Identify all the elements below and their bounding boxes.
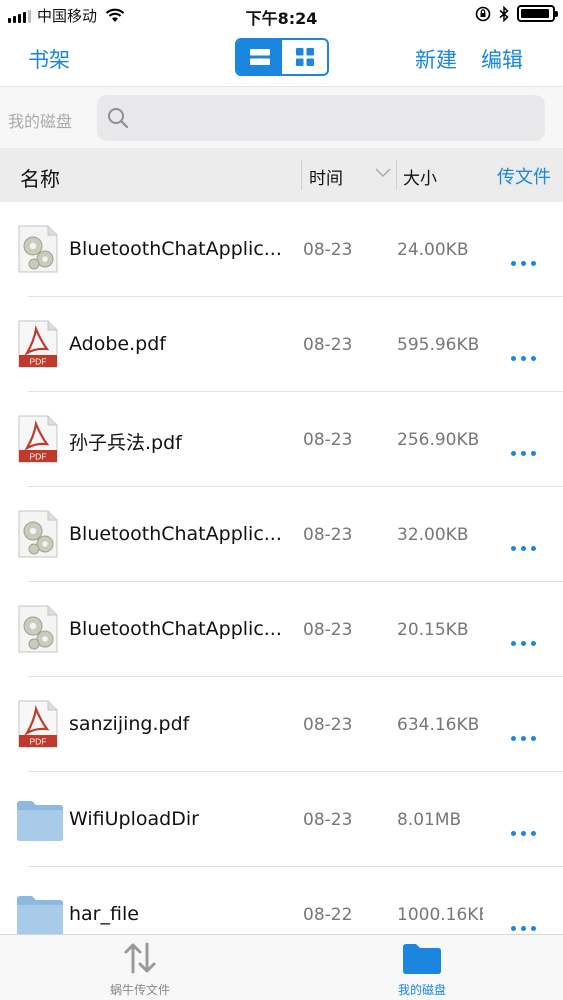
column-size[interactable]: 大小 [403,164,437,189]
file-date: 08-23 [303,620,353,640]
search-input[interactable] [97,95,545,141]
apk-gear-icon [16,604,60,654]
file-size: 24.00KB [397,240,469,260]
file-name: har_file [69,903,139,925]
folder-icon [16,889,63,934]
file-name: BluetoothChatApplic... [69,523,282,545]
list-view-button[interactable] [237,40,282,74]
grid-view-button[interactable] [282,40,327,74]
column-divider [396,160,397,190]
file-date: 08-23 [303,335,353,355]
file-row[interactable]: PDF Adobe.pdf 08-23 595.96KB [0,297,563,392]
apk-gear-icon [16,224,60,274]
battery-icon [517,5,558,22]
file-size: 634.16KB [397,715,480,735]
tab-transfer[interactable]: 蜗牛传文件 [80,941,200,998]
file-row[interactable]: har_file 08-22 1000.16KB [0,867,563,934]
more-options-icon[interactable] [506,337,540,367]
file-list: BluetoothChatApplic... 08-23 24.00KB PDF… [0,202,563,934]
edit-button[interactable]: 编辑 [481,44,523,74]
file-name: BluetoothChatApplic... [69,238,282,260]
pdf-icon: PDF [16,414,60,464]
file-row[interactable]: PDF 孙子兵法.pdf 08-23 256.90KB [0,392,563,487]
pdf-icon: PDF [16,699,60,749]
file-size: 32.00KB [397,525,469,545]
more-options-icon[interactable] [506,907,540,934]
file-size: 8.01MB [397,810,462,830]
status-bar: 中国移动 下午8:24 [0,0,563,30]
file-row[interactable]: BluetoothChatApplic... 08-23 24.00KB [0,202,563,297]
more-options-icon[interactable] [506,432,540,462]
file-row[interactable]: BluetoothChatApplic... 08-23 20.15KB [0,582,563,677]
bluetooth-icon [499,5,509,22]
search-icon [108,108,129,129]
folder-icon [16,794,63,844]
disk-label: 我的磁盘 [8,112,73,131]
more-options-icon[interactable] [506,242,540,272]
tab-transfer-label: 蜗牛传文件 [109,983,170,997]
file-date: 08-22 [303,905,353,925]
file-name: 孙子兵法.pdf [69,432,182,454]
file-name: Adobe.pdf [69,333,166,355]
file-name: sanzijing.pdf [69,713,190,735]
search-row: 我的磁盘 [0,86,563,148]
svg-text:PDF: PDF [30,737,47,747]
column-time[interactable]: 时间 [309,164,343,189]
file-name: BluetoothChatApplic... [69,618,282,640]
file-size: 1000.16KB [397,905,483,925]
svg-text:PDF: PDF [30,452,47,462]
tab-bar: 蜗牛传文件 我的磁盘 [0,934,563,1000]
more-options-icon[interactable] [506,812,540,842]
upload-file-button[interactable]: 传文件 [497,163,551,189]
more-options-icon[interactable] [506,717,540,747]
svg-text:PDF: PDF [30,357,47,367]
file-date: 08-23 [303,240,353,260]
file-size: 595.96KB [397,335,480,355]
file-date: 08-23 [303,430,353,450]
new-button[interactable]: 新建 [415,44,457,74]
file-date: 08-23 [303,525,353,545]
file-size: 20.15KB [397,620,469,640]
file-date: 08-23 [303,715,353,735]
column-divider [301,160,302,190]
view-mode-switcher [235,38,329,76]
file-row[interactable]: WifiUploadDir 08-23 8.01MB [0,772,563,867]
chevron-down-icon[interactable] [375,168,391,178]
navigation-bar: 书架 新建 编辑 [0,30,563,86]
file-row[interactable]: BluetoothChatApplic... 08-23 32.00KB [0,487,563,582]
file-row[interactable]: PDF sanzijing.pdf 08-23 634.16KB [0,677,563,772]
bookshelf-button[interactable]: 书架 [28,44,70,74]
list-view-icon [249,49,270,65]
file-name: WifiUploadDir [69,808,199,830]
folder-icon [403,944,441,974]
pdf-icon: PDF [16,319,60,369]
file-size: 256.90KB [397,430,480,450]
transfer-icon [124,942,156,974]
tab-my-disk[interactable]: 我的磁盘 [362,941,482,998]
grid-view-icon [295,48,314,66]
apk-gear-icon [16,509,60,559]
more-options-icon[interactable] [506,622,540,652]
column-name[interactable]: 名称 [20,163,60,192]
battery-level [521,9,549,18]
file-date: 08-23 [303,810,353,830]
orientation-lock-icon [475,6,491,21]
tab-my-disk-label: 我的磁盘 [397,983,446,997]
more-options-icon[interactable] [506,527,540,557]
column-header: 名称 时间 大小 传文件 [0,148,563,202]
